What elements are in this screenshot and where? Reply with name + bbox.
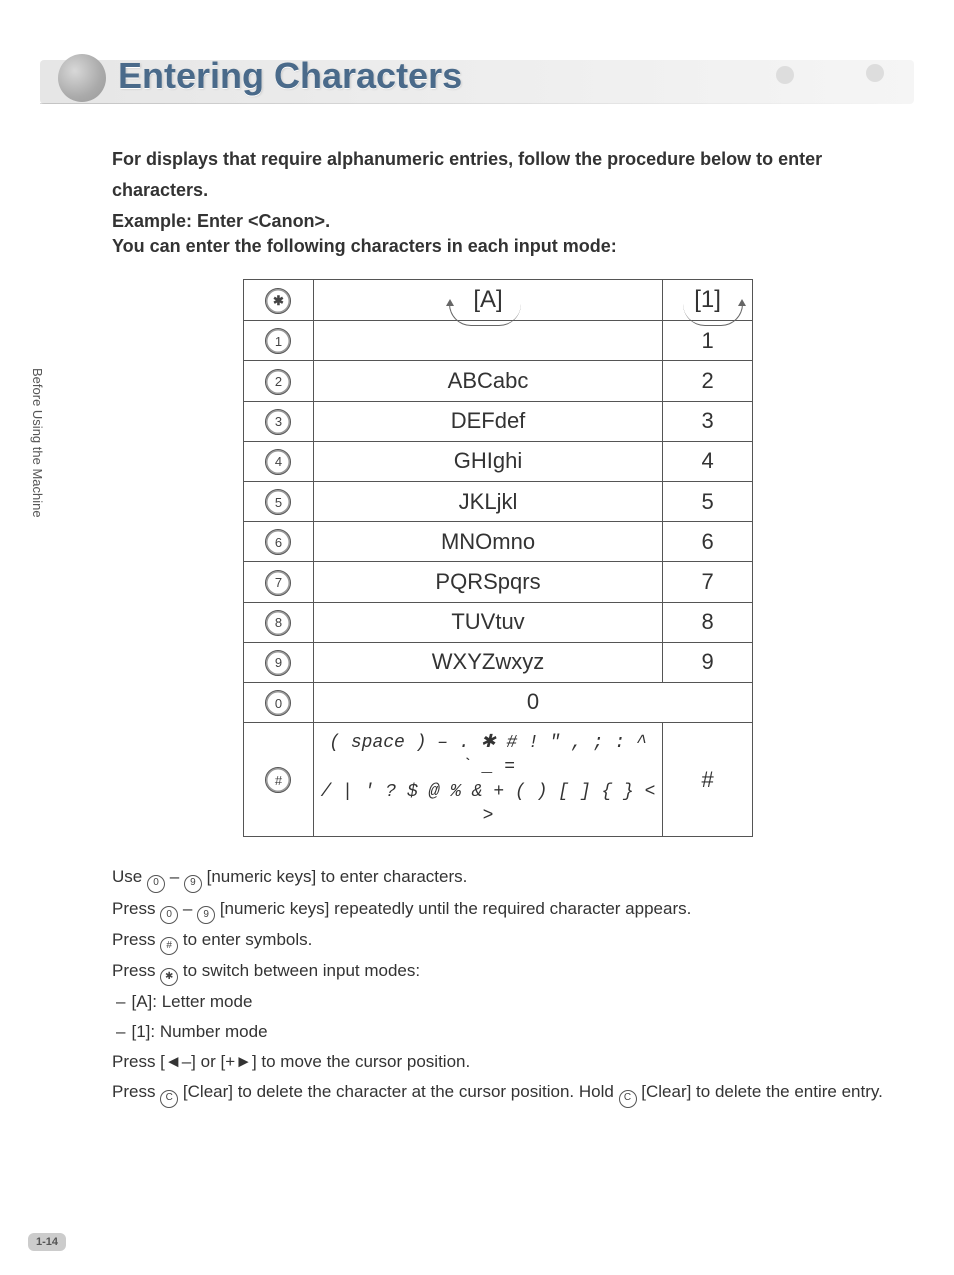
text: [A]: Letter mode — [131, 992, 252, 1011]
symbol-chars-cell: ( space ) – . ✱ # ! " , ; : ^ ` _ = / | … — [313, 723, 662, 837]
table-row: 4 GHIghi 4 — [244, 441, 753, 481]
chars-cell: PQRSpqrs — [313, 562, 662, 602]
table-row-symbols: # ( space ) – . ✱ # ! " , ; : ^ ` _ = / … — [244, 723, 753, 837]
instruction-line: Press ✱ to switch between input modes: — [112, 957, 884, 986]
nine-key-icon: 9 — [184, 875, 202, 893]
chars-cell: DEFdef — [313, 401, 662, 441]
table-header-mode-a: [A] — [313, 280, 662, 321]
zero-key-icon: 0 — [147, 875, 165, 893]
text: Press — [112, 961, 160, 980]
instruction-subline: –[A]: Letter mode — [116, 988, 884, 1016]
table-row: 8 TUVtuv 8 — [244, 602, 753, 642]
text: Press [◄–] or [+►] to move the cursor po… — [112, 1052, 470, 1071]
instruction-line: Press [◄–] or [+►] to move the cursor po… — [112, 1048, 884, 1076]
num-cell: 7 — [663, 562, 753, 602]
character-table: ✱ [A] [1] 1 1 2 ABCabc 2 3 DEFdef 3 4 GH… — [243, 279, 753, 837]
text: Use — [112, 867, 147, 886]
num-cell: 4 — [663, 441, 753, 481]
table-row: 7 PQRSpqrs 7 — [244, 562, 753, 602]
intro-line2: characters. — [112, 180, 208, 200]
table-row-zero: 0 0 — [244, 682, 753, 722]
text: Press — [112, 1082, 160, 1101]
hash-key-icon: # — [160, 937, 178, 955]
table-row: 5 JKLjkl 5 — [244, 481, 753, 521]
text: [Clear] to delete the character at the c… — [178, 1082, 618, 1101]
num-cell: 6 — [663, 522, 753, 562]
chars-cell — [313, 321, 662, 361]
star-key-icon: ✱ — [160, 968, 178, 986]
instruction-line: Use 0 – 9 [numeric keys] to enter charac… — [112, 863, 884, 892]
num-key-icon: 5 — [265, 489, 291, 515]
text: [numeric keys] repeatedly until the requ… — [215, 899, 691, 918]
section-header: Entering Characters — [0, 48, 954, 120]
symbol-line1: ( space ) – . ✱ # ! " , ; : ^ ` _ = — [329, 733, 647, 777]
text: to enter symbols. — [178, 930, 312, 949]
text: Press — [112, 930, 160, 949]
instruction-line: Press # to enter symbols. — [112, 926, 884, 955]
instruction-line: Press C [Clear] to delete the character … — [112, 1078, 884, 1107]
star-key-icon: ✱ — [265, 288, 291, 314]
chars-cell: TUVtuv — [313, 602, 662, 642]
instructions-block: Use 0 – 9 [numeric keys] to enter charac… — [112, 863, 884, 1107]
num-key-icon: 4 — [265, 449, 291, 475]
text: [numeric keys] to enter characters. — [202, 867, 468, 886]
num-key-icon: 1 — [265, 328, 291, 354]
example-line: Example: Enter <Canon>. — [112, 211, 884, 232]
table-row: 3 DEFdef 3 — [244, 401, 753, 441]
clear-key-icon: C — [160, 1090, 178, 1108]
num-key-icon: 6 — [265, 529, 291, 555]
num-key-icon: 3 — [265, 409, 291, 435]
num-key-icon: 7 — [265, 570, 291, 596]
num-key-icon: 8 — [265, 610, 291, 636]
num-key-icon: 9 — [265, 650, 291, 676]
chars-cell: WXYZwxyz — [313, 642, 662, 682]
clear-key-icon: C — [619, 1090, 637, 1108]
chars-cell: GHIghi — [313, 441, 662, 481]
table-row: 6 MNOmno 6 — [244, 522, 753, 562]
instruction-line: Press 0 – 9 [numeric keys] repeatedly un… — [112, 895, 884, 924]
text: [1]: Number mode — [131, 1022, 267, 1041]
sidebar-section-label: Before Using the Machine — [30, 368, 45, 518]
nine-key-icon: 9 — [197, 906, 215, 924]
num-cell: 8 — [663, 602, 753, 642]
symbol-line2: / | ' ? $ @ % & + ( ) [ ] { } < > — [321, 782, 656, 826]
zero-key-icon: 0 — [160, 906, 178, 924]
num-key-icon: 0 — [265, 690, 291, 716]
chars-cell: MNOmno — [313, 522, 662, 562]
page-number: 1-14 — [28, 1233, 66, 1251]
table-row: 1 1 — [244, 321, 753, 361]
num-cell: 5 — [663, 481, 753, 521]
table-header-mode-1: [1] — [663, 280, 753, 321]
hash-key-icon: # — [265, 767, 291, 793]
table-row: 2 ABCabc 2 — [244, 361, 753, 401]
page-title: Entering Characters — [0, 48, 954, 104]
instruction-subline: –[1]: Number mode — [116, 1018, 884, 1046]
text: Press — [112, 899, 160, 918]
num-cell: 3 — [663, 401, 753, 441]
zero-cell: 0 — [313, 682, 752, 722]
chars-cell: JKLjkl — [313, 481, 662, 521]
table-row: 9 WXYZwxyz 9 — [244, 642, 753, 682]
num-cell: 9 — [663, 642, 753, 682]
text: – — [165, 867, 184, 886]
num-key-icon: 2 — [265, 369, 291, 395]
text: [Clear] to delete the entire entry. — [637, 1082, 883, 1101]
intro-line1: For displays that require alphanumeric e… — [112, 149, 822, 169]
table-header-keycol: ✱ — [244, 280, 314, 321]
chars-cell: ABCabc — [313, 361, 662, 401]
symbol-num-cell: # — [663, 723, 753, 837]
modes-intro: You can enter the following characters i… — [112, 236, 884, 257]
num-cell: 1 — [663, 321, 753, 361]
num-cell: 2 — [663, 361, 753, 401]
intro-paragraph: For displays that require alphanumeric e… — [112, 144, 884, 205]
text: – — [178, 899, 197, 918]
text: to switch between input modes: — [178, 961, 420, 980]
